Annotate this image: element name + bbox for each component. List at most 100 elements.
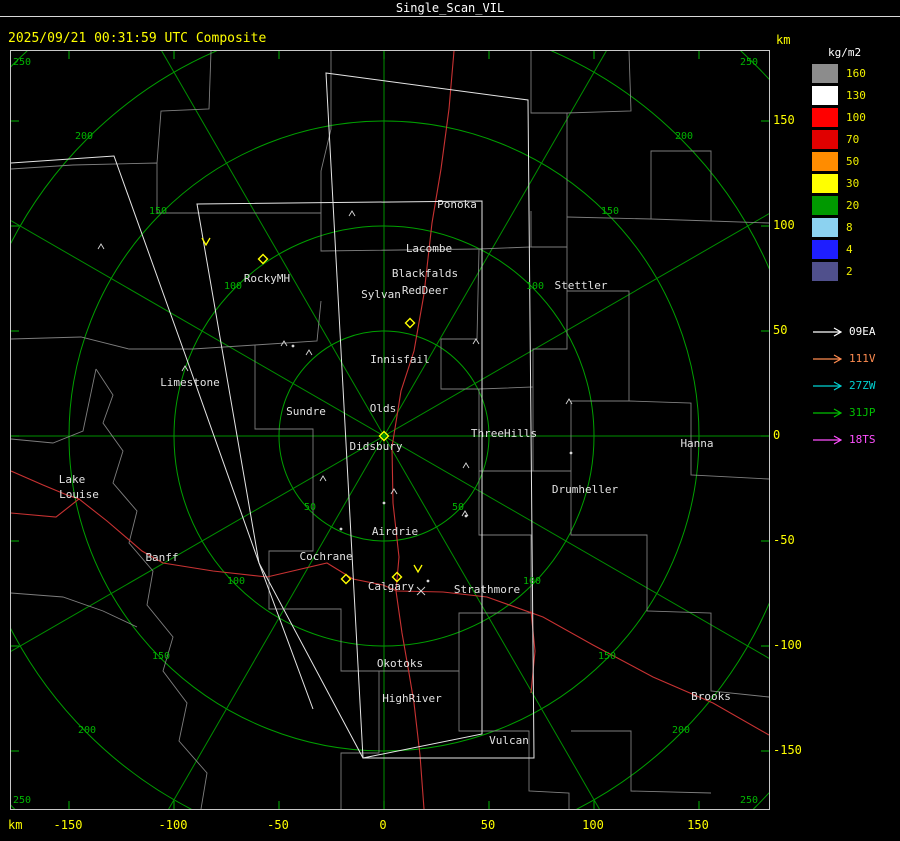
radar-legend-row: 18TS [812,426,876,453]
radar-id-label: 27ZW [849,379,876,392]
ring-label: 250 [13,57,31,68]
colorbar-row: 2 [812,260,866,282]
colorbar-swatch [812,63,838,83]
colorbar-value: 4 [846,242,853,256]
radar-coverage-outlines [11,72,535,759]
colorbar-row: 160 [812,62,866,84]
city-label-olds: Olds [370,402,397,415]
colorbar-value: 30 [846,176,860,190]
radar-map-display[interactable]: 100 150 200 250 100 150 200 250 50 100 1… [10,50,770,810]
ring-label: 150 [601,206,619,217]
city-label-calgary: Calgary [368,580,415,593]
city-label-rockymh: RockyMH [244,272,290,285]
city-label-didsbury: Didsbury [350,440,403,453]
right-tick-label: 50 [773,323,788,337]
radar-site-legend: 09EA 111V 27ZW 31JP 18TS [812,318,876,453]
colorbar-row: 30 [812,172,866,194]
radar-id-label: 09EA [849,325,876,338]
colorbar-row: 4 [812,238,866,260]
right-tick-label: -150 [773,743,802,757]
ring-label: 150 [598,651,616,662]
ring-label: 100 [227,576,245,587]
radar-arrow-icon [813,353,842,364]
colorbar-value: 8 [846,220,853,234]
colorbar-swatch [812,217,838,237]
colorbar-value: 160 [846,66,866,80]
colorbar-value: 2 [846,264,853,278]
colorbar-swatch [812,85,838,105]
ring-label: 150 [152,651,170,662]
right-axis-unit-label: km [776,33,791,47]
city-label-sylvan: Sylvan [361,288,401,301]
city-label-blackfalds: Blackfalds [392,267,458,280]
city-label-lake: Lake [59,473,86,486]
colorbar-swatch [812,261,838,281]
window-title: Single_Scan_VIL [0,0,900,17]
right-tick-label: 100 [773,218,795,232]
ring-label: 200 [78,725,96,736]
city-label-louise: Louise [59,488,99,501]
colorbar-value: 20 [846,198,860,212]
city-label-okotoks: Okotoks [377,657,423,670]
bottom-tick-label: -50 [267,818,289,832]
bottom-tick-label: 0 [379,818,387,832]
colorbar-swatch [812,173,838,193]
scan-timestamp: 2025/09/21 00:31:59 UTC Composite [8,31,267,46]
terrain-markers [97,210,573,596]
radar-id-label: 111V [849,352,876,365]
radar-legend-row: 09EA [812,318,876,345]
ring-label: 200 [75,131,93,142]
city-label-drumheller: Drumheller [552,483,619,496]
radar-viewer-window: Single_Scan_VIL 2025/09/21 00:31:59 UTC … [0,0,900,841]
city-label-lacombe: Lacombe [406,242,452,255]
colorbar-unit-label: kg/m2 [828,46,862,59]
city-label-highriver: HighRiver [382,692,442,705]
radar-map-canvas: 100 150 200 250 100 150 200 250 50 100 1… [11,51,769,809]
bottom-tick-label: -150 [53,818,83,832]
ring-label: 100 [526,281,544,292]
colorbar-row: 70 [812,128,866,150]
radar-arrow-icon [813,407,842,418]
ring-label: 250 [740,795,758,806]
right-tick-label: 150 [773,113,795,127]
radar-legend-row: 111V [812,345,876,372]
bottom-tick-label: -100 [158,818,188,832]
city-label-limestone: Limestone [160,376,220,389]
colorbar-swatch [812,107,838,127]
ring-label: 100 [523,576,541,587]
ring-label: 250 [740,57,758,68]
city-label-ponoka: Ponoka [437,198,477,211]
radar-arrow-icon [813,434,842,445]
city-label-hanna: Hanna [680,437,713,450]
city-label-cochrane: Cochrane [300,550,353,563]
ring-label: 200 [675,131,693,142]
city-label-sundre: Sundre [286,405,326,418]
colorbar-value: 130 [846,88,866,102]
city-label-banff: Banff [145,551,178,564]
colorbar-value: 50 [846,154,860,168]
bottom-tick-label: 100 [582,818,604,832]
colorbar-value: 100 [846,110,866,124]
colorbar-row: 8 [812,216,866,238]
colorbar-swatch [812,151,838,171]
radar-legend-row: 27ZW [812,372,876,399]
colorbar-row: 20 [812,194,866,216]
city-label-reddeer: RedDeer [402,284,449,297]
city-label-airdrie: Airdrie [372,525,418,538]
city-label-vulcan: Vulcan [489,734,529,747]
city-label-stettler: Stettler [555,279,608,292]
bottom-axis-unit-label: km [8,818,23,832]
ring-label: 50 [452,502,464,513]
city-label-threehills: ThreeHills [471,427,537,440]
colorbar-value: 70 [846,132,860,146]
radar-arrow-icon [813,380,842,391]
radar-id-label: 18TS [849,433,876,446]
radar-arrow-icon [813,326,842,337]
city-label-strathmore: Strathmore [454,583,520,596]
ring-label: 250 [13,795,31,806]
ring-label: 50 [304,502,316,513]
colorbar-swatch [812,239,838,259]
radar-legend-row: 31JP [812,399,876,426]
ring-label: 150 [149,206,167,217]
bottom-tick-label: 50 [480,818,496,832]
